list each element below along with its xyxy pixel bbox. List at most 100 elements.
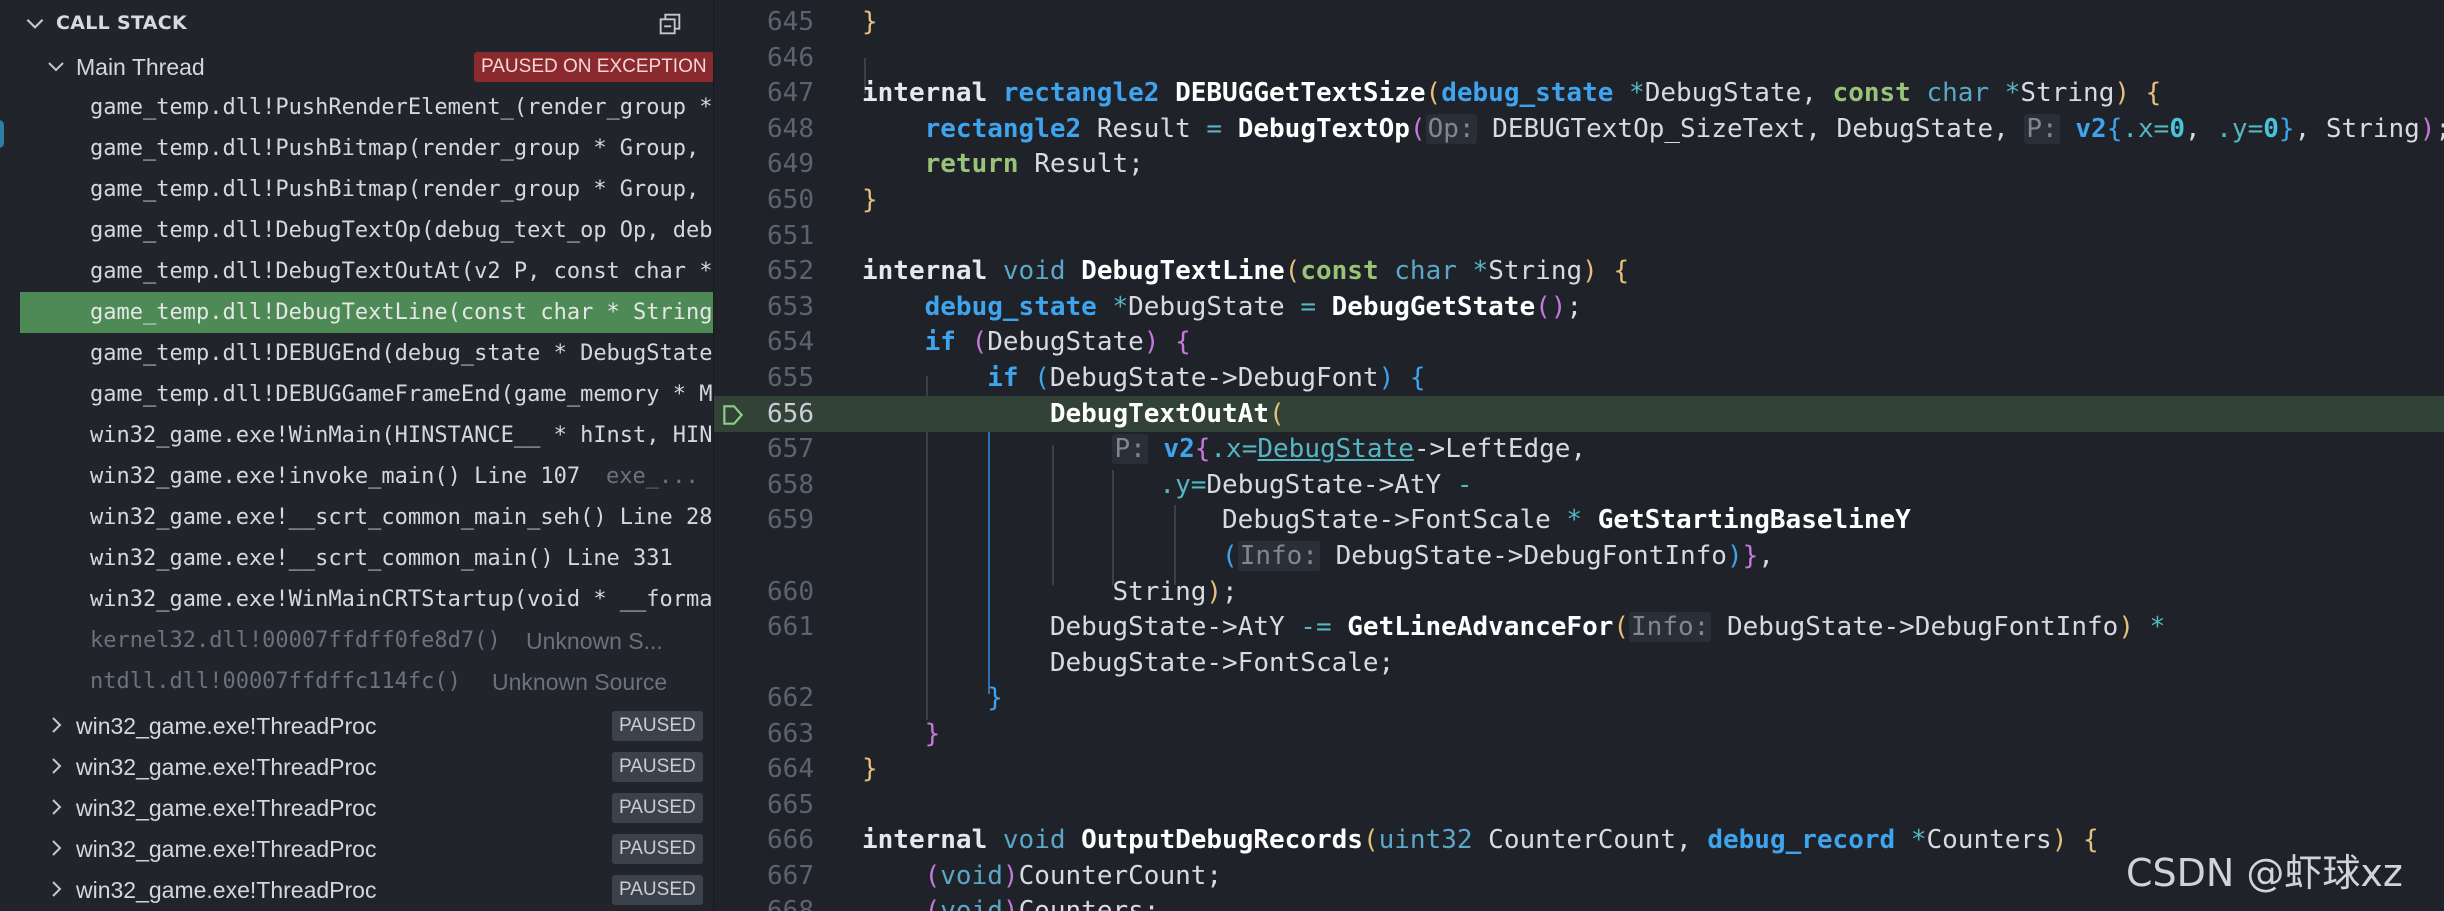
code-line[interactable]: 664 } bbox=[714, 751, 2444, 787]
line-number: 664 bbox=[767, 754, 814, 784]
code-text: internal void DebugTextLine(const char *… bbox=[862, 256, 1630, 286]
code-line[interactable]: 663 } bbox=[714, 716, 2444, 752]
code-editor[interactable]: 645 } 646 647 internal rectangle2 DEBUGG… bbox=[714, 0, 2444, 911]
line-number: 660 bbox=[767, 577, 814, 607]
stack-frame[interactable]: kernel32.dll!00007ffdff0fe8d7() Unknown … bbox=[0, 620, 713, 661]
thread-item[interactable]: win32_game.exe!ThreadProc PAUSED bbox=[0, 705, 713, 746]
code-line[interactable]: 651 bbox=[714, 218, 2444, 254]
status-badge: PAUSED bbox=[612, 834, 703, 864]
code-text: rectangle2 Result = DebugTextOp(Op: DEBU… bbox=[924, 114, 2444, 144]
code-text: } bbox=[987, 683, 1003, 713]
thread-main[interactable]: Main Thread PAUSED ON EXCEPTION bbox=[0, 46, 713, 87]
chevron-right-icon[interactable] bbox=[44, 877, 68, 901]
code-text: DebugState->FontScale * GetStartingBasel… bbox=[862, 505, 1911, 535]
code-text: internal rectangle2 DEBUGGetTextSize(deb… bbox=[862, 78, 2162, 108]
code-line[interactable]: 648 rectangle2 Result = DebugTextOp(Op: … bbox=[714, 111, 2444, 147]
line-number: 666 bbox=[767, 825, 814, 855]
stack-frame[interactable]: game_temp.dll!DEBUGGameFrameEnd(game_mem… bbox=[0, 374, 713, 415]
line-number: 662 bbox=[767, 683, 814, 713]
line-number: 654 bbox=[767, 327, 814, 357]
code-line[interactable]: 645 } bbox=[714, 4, 2444, 40]
frame-label: game_temp.dll!PushBitmap(render_group * … bbox=[90, 136, 700, 161]
code-line[interactable]: 657 P: v2{.x=DebugState->LeftEdge, bbox=[714, 431, 2444, 467]
code-text: (void)Counters; bbox=[924, 896, 1160, 911]
code-line[interactable]: 659 DebugState->FontScale * GetStartingB… bbox=[714, 502, 2444, 538]
thread-label: win32_game.exe!ThreadProc bbox=[76, 836, 377, 862]
frame-label: ntdll.dll!00007ffdffc114fc() bbox=[90, 669, 461, 694]
line-number: 647 bbox=[767, 78, 814, 108]
code-line[interactable]: 662 } bbox=[714, 680, 2444, 716]
stack-frame[interactable]: game_temp.dll!DebugTextOp(debug_text_op … bbox=[0, 210, 713, 251]
status-badge: PAUSED bbox=[612, 752, 703, 782]
stack-frame[interactable]: game_temp.dll!DEBUGEnd(debug_state * Deb… bbox=[0, 333, 713, 374]
frame-label: game_temp.dll!DEBUGEnd(debug_state * Deb… bbox=[90, 341, 713, 366]
stack-frame[interactable]: game_temp.dll!PushBitmap(render_group * … bbox=[0, 128, 713, 169]
stack-frame[interactable]: win32_game.exe!__scrt_common_main() Line… bbox=[0, 538, 713, 579]
code-text: P: v2{.x=DebugState->LeftEdge, bbox=[1112, 434, 1587, 464]
collapse-all-icon[interactable] bbox=[656, 10, 684, 38]
code-line[interactable]: 650 } bbox=[714, 182, 2444, 218]
code-line[interactable]: 653 debug_state *DebugState = DebugGetSt… bbox=[714, 289, 2444, 325]
code-text: (void)CounterCount; bbox=[924, 861, 1223, 891]
thread-label: Main Thread bbox=[76, 54, 205, 80]
frame-label: win32_game.exe!__scrt_common_main_seh() … bbox=[90, 505, 713, 530]
frame-label: win32_game.exe!__scrt_common_main() Line… bbox=[90, 546, 673, 571]
frame-label: win32_game.exe!WinMain(HINSTANCE__ * hIn… bbox=[90, 423, 713, 448]
stack-frame[interactable]: win32_game.exe!WinMainCRTStartup(void * … bbox=[0, 579, 713, 620]
chevron-right-icon[interactable] bbox=[44, 754, 68, 778]
thread-item[interactable]: win32_game.exe!ThreadProc PAUSED bbox=[0, 746, 713, 787]
line-number: 656 bbox=[767, 399, 814, 429]
line-number: 652 bbox=[767, 256, 814, 286]
code-line[interactable]: 655 if (DebugState->DebugFont) { bbox=[714, 360, 2444, 396]
code-line[interactable]: 658 .y=DebugState->AtY - bbox=[714, 467, 2444, 503]
stack-frame[interactable]: win32_game.exe!WinMain(HINSTANCE__ * hIn… bbox=[0, 415, 713, 456]
stack-frame[interactable]: game_temp.dll!PushBitmap(render_group * … bbox=[0, 169, 713, 210]
code-line[interactable]: 649 return Result; bbox=[714, 146, 2444, 182]
stack-frame[interactable]: game_temp.dll!PushRenderElement_(render_… bbox=[0, 87, 713, 128]
chevron-right-icon[interactable] bbox=[44, 713, 68, 737]
chevron-right-icon[interactable] bbox=[44, 836, 68, 860]
code-text: .y=DebugState->AtY - bbox=[1159, 470, 1473, 500]
thread-label: win32_game.exe!ThreadProc bbox=[76, 754, 377, 780]
stack-frame-selected[interactable]: game_temp.dll!DebugTextLine(const char *… bbox=[20, 292, 713, 333]
code-line[interactable]: 665 bbox=[714, 787, 2444, 823]
line-number: 646 bbox=[767, 43, 814, 73]
status-badge: PAUSED bbox=[612, 875, 703, 905]
line-number: 667 bbox=[767, 861, 814, 891]
frame-label: kernel32.dll!00007ffdff0fe8d7() bbox=[90, 628, 501, 653]
frame-source: Unknown S... bbox=[526, 628, 663, 654]
code-line[interactable]: 661 DebugState->AtY -= GetLineAdvanceFor… bbox=[714, 609, 2444, 645]
stack-frame[interactable]: game_temp.dll!DebugTextOutAt(v2 P, const… bbox=[0, 251, 713, 292]
thread-item[interactable]: win32_game.exe!ThreadProc PAUSED bbox=[0, 787, 713, 828]
code-line[interactable]: 647 internal rectangle2 DEBUGGetTextSize… bbox=[714, 75, 2444, 111]
thread-item[interactable]: win32_game.exe!ThreadProc PAUSED bbox=[0, 828, 713, 869]
frame-label: win32_game.exe!WinMainCRTStartup(void * … bbox=[90, 587, 713, 612]
code-text: debug_state *DebugState = DebugGetState(… bbox=[924, 292, 1583, 322]
code-line[interactable]: 654 if (DebugState) { bbox=[714, 324, 2444, 360]
status-badge: PAUSED bbox=[612, 711, 703, 741]
code-text: (Info: DebugState->DebugFontInfo)}, bbox=[1222, 541, 1774, 571]
line-number: 665 bbox=[767, 790, 814, 820]
code-line[interactable]: 646 bbox=[714, 40, 2444, 76]
chevron-down-icon[interactable] bbox=[44, 54, 68, 78]
frame-label: game_temp.dll!DebugTextOp(debug_text_op … bbox=[90, 218, 713, 243]
chevron-right-icon[interactable] bbox=[44, 795, 68, 819]
code-line[interactable]: 652 internal void DebugTextLine(const ch… bbox=[714, 253, 2444, 289]
thread-item[interactable]: win32_game.exe!ThreadProc PAUSED bbox=[0, 869, 713, 910]
code-line[interactable]: (Info: DebugState->DebugFontInfo)}, bbox=[714, 538, 2444, 574]
thread-label: win32_game.exe!ThreadProc bbox=[76, 877, 377, 903]
current-execution-line[interactable]: 656 DebugTextOutAt( bbox=[714, 396, 2444, 432]
stack-frame[interactable]: win32_game.exe!invoke_main() Line 107 ex… bbox=[0, 456, 713, 497]
code-line[interactable]: DebugState->FontScale; bbox=[714, 645, 2444, 681]
stack-frame[interactable]: ntdll.dll!00007ffdffc114fc() Unknown Sou… bbox=[0, 661, 713, 702]
frame-label: game_temp.dll!DebugTextOutAt(v2 P, const… bbox=[90, 259, 713, 284]
frame-label: game_temp.dll!DEBUGGameFrameEnd(game_mem… bbox=[90, 382, 713, 407]
code-text: if (DebugState->DebugFont) { bbox=[987, 363, 1426, 393]
frame-label: game_temp.dll!PushRenderElement_(render_… bbox=[90, 95, 713, 120]
status-badge: PAUSED bbox=[612, 793, 703, 823]
frame-label: game_temp.dll!DebugTextLine(const char *… bbox=[90, 300, 713, 325]
call-stack-header[interactable]: CALL STACK bbox=[0, 0, 713, 46]
chevron-down-icon[interactable] bbox=[22, 10, 48, 36]
stack-frame[interactable]: win32_game.exe!__scrt_common_main_seh() … bbox=[0, 497, 713, 538]
code-line[interactable]: 660 String); bbox=[714, 574, 2444, 610]
